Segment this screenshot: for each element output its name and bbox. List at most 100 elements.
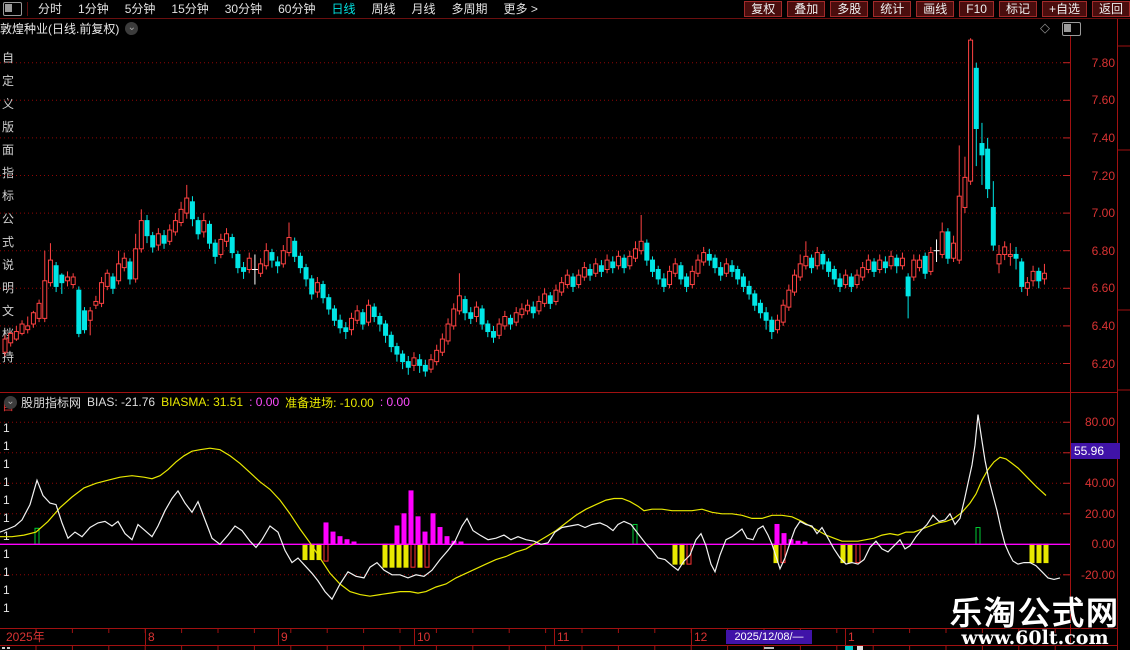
diamond-marker-icon[interactable]: ◇ [1040,20,1050,36]
candle-body [344,328,348,332]
green-signal-bar [976,528,980,545]
toolbar-button-5[interactable]: 画线 [916,1,954,17]
candle-body [395,347,399,355]
layout-panes-icon[interactable] [3,2,22,16]
menu-item-7[interactable]: 日线 [323,2,363,16]
menu-item-2[interactable]: 1分钟 [70,2,117,16]
candle-body [798,264,802,277]
candle-body [883,262,887,268]
menu-item-5[interactable]: 30分钟 [217,2,270,16]
indicator-header-seg-6: : 0.00 [380,395,410,409]
red-signal-bar [856,544,860,562]
menu-item-3[interactable]: 5分钟 [117,2,164,16]
candle-body [162,236,166,244]
yellow-signal-bar [418,544,422,567]
candle-body [77,290,81,333]
price-tick-label: 7.20 [1071,169,1115,183]
indicator-collapse-icon[interactable]: ⌄ [4,396,17,409]
candle-body [810,258,814,267]
candle-body [14,332,18,340]
indicator-header-seg-3: BIASMA: 31.51 [161,395,243,409]
candle-body [991,207,995,245]
candle-body [929,253,933,272]
yellow-signal-bar [673,544,677,564]
candle-body [747,286,751,294]
candle-body [452,309,456,326]
toolbar-button-1[interactable]: 复权 [744,1,782,17]
indicator-tick-label: 80.00 [1071,415,1115,429]
candle-body [83,311,87,330]
menu-item-4[interactable]: 15分钟 [163,2,216,16]
magenta-signal-bar [338,537,342,545]
candle-body [9,333,13,342]
red-signal-bar [324,544,328,561]
candle-body [128,262,132,279]
candle-body [571,277,575,286]
candle-body [1020,262,1024,286]
candle-body [861,268,865,277]
toolbar-button-8[interactable]: +自选 [1042,1,1087,17]
candle-body [912,260,916,277]
candle-body [679,266,683,279]
price-tick-label: 7.80 [1071,56,1115,70]
candle-body [844,275,848,284]
candle-body [491,332,495,338]
candle-body [1037,271,1041,280]
candle-body [20,324,24,333]
x-axis-year-label: 2025年 [6,630,45,644]
candle-body [878,260,882,269]
title-dropdown-icon[interactable]: ⌄ [125,22,138,35]
candle-body [26,326,30,330]
bottom-fragment [764,647,774,649]
bias-line [0,415,1060,600]
yellow-signal-bar [397,544,401,567]
candle-body [827,262,831,271]
toolbar-button-9[interactable]: 返回 [1092,1,1130,17]
candle-body [355,311,359,320]
candle-body [1031,271,1035,280]
candle-body [781,305,785,322]
bottom-fragment [857,646,863,650]
charts-canvas[interactable] [0,0,1130,650]
indicator-tick-label: 0.00 [1071,537,1115,551]
candle-body [497,324,501,335]
candle-body [889,256,893,265]
yellow-signal-bar [303,544,307,559]
candle-body [509,318,513,324]
candle-body [605,260,609,269]
candle-body [980,144,984,155]
menu-item-10[interactable]: 多周期 [444,2,496,16]
toolbar-button-4[interactable]: 统计 [873,1,911,17]
candle-body [418,360,422,366]
indicator-tick-label: 20.00 [1071,507,1115,521]
candle-body [105,273,109,286]
magenta-signal-bar [324,523,328,544]
watermark: 乐淘公式网 www.60lt.com [948,597,1122,648]
window-layout-icon[interactable] [1062,22,1081,36]
candle-body [531,307,535,313]
toolbar-button-3[interactable]: 多股 [830,1,868,17]
toolbar-button-2[interactable]: 叠加 [787,1,825,17]
menu-item-8[interactable]: 周线 [363,2,403,16]
menu-item-11[interactable]: 更多 > [496,2,546,16]
indicator-tick-label: 40.00 [1071,476,1115,490]
menu-item-9[interactable]: 月线 [404,2,444,16]
candle-body [707,254,711,260]
candle-body [668,271,672,284]
magenta-signal-bar [445,537,449,545]
red-signal-bar [411,544,415,567]
menu-item-6[interactable]: 60分钟 [270,2,323,16]
candle-body [821,254,825,263]
candle-body [287,238,291,253]
candle-body [31,313,35,324]
candle-body [1003,247,1007,255]
period-menu: 分时1分钟5分钟15分钟30分钟60分钟日线周线月线多周期更多 > [30,0,546,18]
toolbar-button-6[interactable]: F10 [959,1,994,17]
bottom-fragment [7,647,10,649]
toolbar-button-7[interactable]: 标记 [999,1,1037,17]
price-tick-label: 6.80 [1071,244,1115,258]
yellow-signal-bar [1037,544,1041,562]
candle-body [332,309,336,320]
menu-item-1[interactable]: 分时 [30,2,70,16]
candle-body [758,303,762,312]
